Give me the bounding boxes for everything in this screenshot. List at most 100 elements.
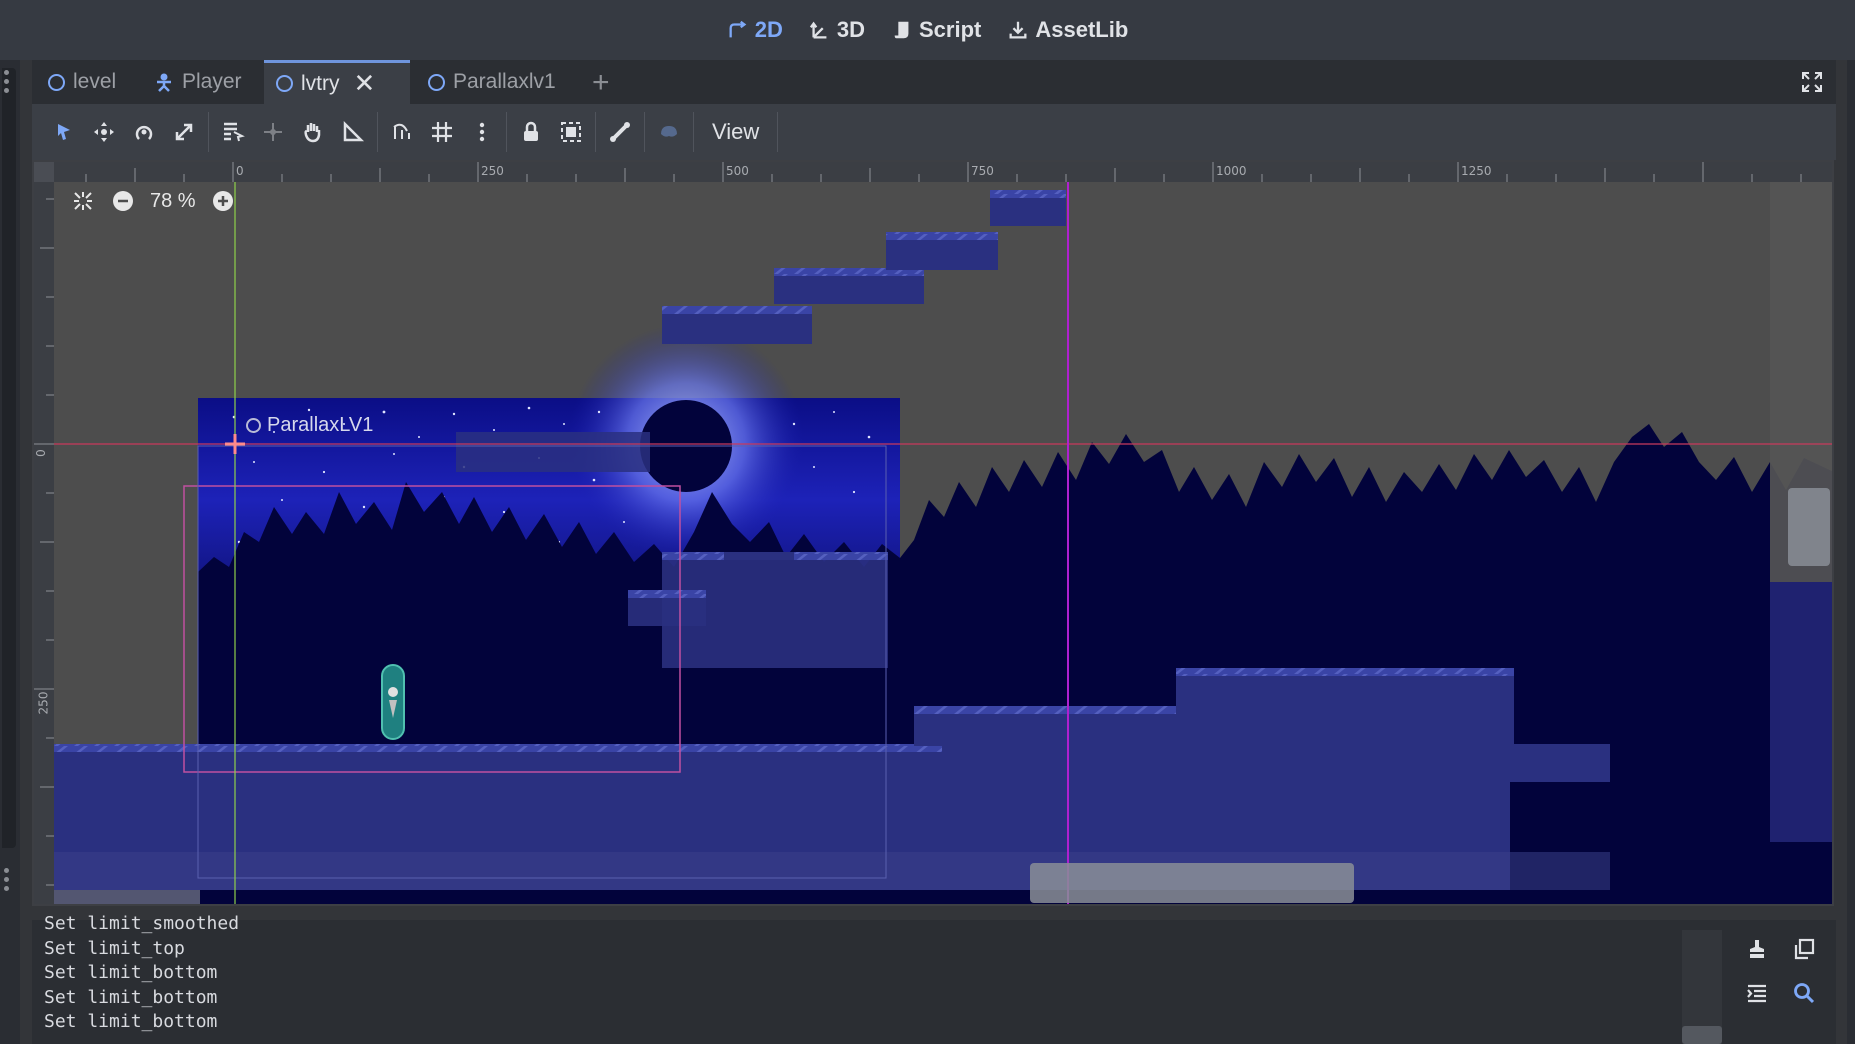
node-name: ParallaxLV1 [267, 414, 374, 436]
pivot-tool-button[interactable] [253, 112, 293, 152]
fullscreen-icon[interactable] [1800, 70, 1824, 94]
node2d-circle-icon [428, 73, 445, 91]
zoom-level[interactable]: 78 % [150, 190, 196, 213]
group-button[interactable] [551, 112, 591, 152]
2d-icon [729, 20, 747, 38]
scene-tab-bar: level Player lvtry ✕ Parallaxlv1 + [32, 60, 1836, 104]
ruler-ticks [34, 198, 54, 886]
character-icon [157, 73, 171, 92]
log-line: Set limit_smoothed [44, 913, 240, 934]
workspace-2d-button[interactable]: 2D [727, 17, 783, 43]
canvas-viewport[interactable]: 0 250 500 750 1000 1250 0 250 78 % Paral… [32, 160, 1834, 906]
log-line: Set limit_top [44, 937, 185, 959]
search-icon [1794, 983, 1815, 1004]
log-line: Set limit_bottom [44, 986, 218, 1008]
lock-button[interactable] [511, 112, 551, 152]
list-select-button[interactable] [213, 112, 253, 152]
horizontal-ruler[interactable]: 0 250 500 750 1000 1250 [54, 162, 1832, 182]
scale-tool-button[interactable] [164, 112, 204, 152]
ruler-tool-button[interactable] [333, 112, 373, 152]
clear-output-button[interactable] [1742, 934, 1772, 964]
output-panel: Set limit_smoothed Set limit_top Set limit… [32, 913, 1836, 1044]
list-select-icon [224, 122, 245, 142]
move-tool-button[interactable] [84, 112, 124, 152]
ruler-label: 1250 [1461, 164, 1492, 178]
ruler-ticks [85, 162, 1802, 182]
toolbar-separator [595, 112, 596, 152]
close-icon[interactable]: ✕ [354, 68, 376, 99]
vertical-scrollbar[interactable] [1788, 488, 1830, 566]
vertical-ruler[interactable]: 0 250 [34, 182, 54, 904]
toolbar-separator [506, 112, 507, 152]
ruler-label: 750 [971, 164, 994, 178]
zoom-out-icon [113, 191, 133, 211]
snap-options-icon [479, 122, 485, 142]
tab-level[interactable]: level [36, 60, 128, 104]
move-tool-icon [94, 122, 114, 142]
output-scrollbar[interactable] [1682, 930, 1722, 1044]
workspace-assetlib-label: AssetLib [1035, 17, 1129, 42]
script-icon [894, 21, 909, 39]
right-dock-edge [1847, 60, 1855, 1044]
tab-lvtry[interactable]: lvtry ✕ [264, 60, 410, 104]
smart-snap-button[interactable] [382, 112, 422, 152]
view-menu-button[interactable]: View [698, 119, 773, 145]
dock-grip-icon[interactable] [4, 868, 10, 896]
workspace-bar: 2D 3D Script AssetLib [0, 0, 1855, 60]
tab-parallaxlv1[interactable]: Parallaxlv1 [416, 60, 568, 104]
pivot-tool-icon [264, 123, 282, 141]
zoom-controls: 78 % [70, 188, 236, 214]
rotate-tool-icon [135, 125, 153, 140]
node2d-circle-icon [276, 75, 293, 92]
copy-icon [1794, 938, 1815, 960]
group-icon [561, 122, 581, 142]
grid-snap-icon [432, 122, 452, 142]
output-log[interactable]: Set limit_smoothed Set limit_top Set limit… [44, 912, 1684, 1035]
toolbar-separator [777, 112, 779, 152]
zoom-in-icon [212, 191, 233, 211]
toolbar-separator [644, 112, 645, 152]
node-label-parallaxlv1[interactable]: ParallaxLV1 [246, 414, 373, 437]
pan-tool-button[interactable] [293, 112, 333, 152]
snap-options-button[interactable] [462, 112, 502, 152]
rotate-tool-button[interactable] [124, 112, 164, 152]
grid-snap-button[interactable] [422, 112, 462, 152]
node2d-circle-icon [246, 418, 261, 433]
tab-label: Player [182, 70, 242, 93]
ruler-corner [34, 162, 54, 182]
scene-canvas[interactable] [34, 162, 1834, 906]
add-tab-button[interactable]: + [592, 66, 610, 100]
ruler-label: 250 [481, 164, 504, 178]
zoom-reset-button[interactable] [70, 188, 96, 214]
center-view-icon [74, 192, 92, 210]
tab-label: lvtry [301, 71, 340, 95]
skeleton-options-button[interactable] [649, 112, 689, 152]
horizontal-scrollbar[interactable] [1030, 863, 1354, 903]
workspace-script-button[interactable]: Script [891, 17, 981, 43]
dock-grip-icon[interactable] [4, 70, 10, 98]
ruler-label: 1000 [1216, 164, 1247, 178]
workspace-3d-button[interactable]: 3D [809, 17, 865, 43]
player-sprite[interactable] [381, 664, 405, 740]
select-tool-button[interactable] [44, 112, 84, 152]
workspace-2d-label: 2D [754, 17, 783, 42]
toolbar-separator [208, 112, 209, 152]
zoom-in-button[interactable] [210, 188, 236, 214]
log-line: Set limit_bottom [44, 1011, 218, 1032]
godot-editor: 2D 3D Script AssetLib level Player lvtry… [0, 0, 1855, 1044]
log-line: Set limit_bottom [44, 962, 218, 983]
search-output-button[interactable] [1789, 978, 1819, 1008]
left-dock-panel[interactable] [2, 68, 16, 848]
canvas-toolbar: View [32, 104, 1836, 160]
tab-player[interactable]: Player [142, 60, 254, 104]
collapse-output-button[interactable] [1742, 978, 1772, 1008]
zoom-out-button[interactable] [110, 188, 136, 214]
skeleton-button[interactable] [600, 112, 640, 152]
toolbar-separator [377, 112, 378, 152]
tab-label: Parallaxlv1 [453, 70, 556, 93]
output-scroll-thumb[interactable] [1682, 1026, 1722, 1044]
pan-tool-icon [304, 123, 321, 143]
workspace-script-label: Script [918, 17, 982, 42]
copy-output-button[interactable] [1789, 934, 1819, 964]
workspace-assetlib-button[interactable]: AssetLib [1007, 17, 1128, 43]
